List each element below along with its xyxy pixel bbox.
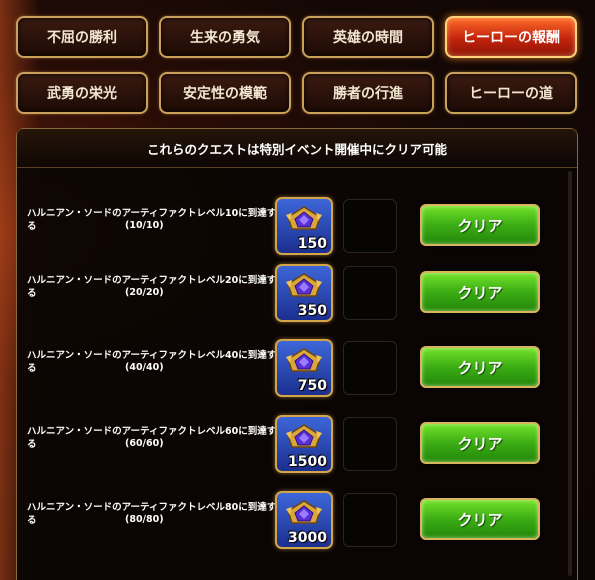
tab-label: ヒーローの道 [469, 86, 553, 102]
tab-label: 武勇の栄光 [47, 86, 117, 102]
claim-label: クリア [457, 510, 503, 529]
reward-slot[interactable]: 3000 [275, 491, 333, 549]
empty-reward-slot [343, 417, 397, 471]
tab-6[interactable]: 勝者の行進 [302, 72, 434, 114]
quest-panel: これらのクエストは特別イベント開催中にクリア可能 ハルニアン・ソードのアーティフ… [16, 128, 578, 580]
blue-crystal-gem-icon [286, 206, 322, 230]
empty-reward-slot [343, 199, 397, 253]
quest-progress: (40/40) [125, 362, 164, 373]
empty-reward-slot [343, 493, 397, 547]
quest-row: ハルニアン・ソードのアーティファクトレベル60に到達する (60/60) 150… [17, 415, 557, 479]
tab-3-active[interactable]: ヒーローの報酬 [445, 16, 577, 58]
quest-row: ハルニアン・ソードのアーティファクトレベル20に到達する (20/20) 350… [17, 264, 557, 328]
empty-reward-slot [343, 266, 397, 320]
quest-progress: (80/80) [125, 514, 164, 525]
claim-label: クリア [457, 358, 503, 377]
blue-crystal-gem-icon [286, 500, 322, 524]
tab-label: 不屈の勝利 [47, 30, 117, 46]
tab-5[interactable]: 安定性の模範 [159, 72, 291, 114]
tab-label: 安定性の模範 [183, 86, 267, 102]
tab-0[interactable]: 不屈の勝利 [16, 16, 148, 58]
reward-slot[interactable]: 1500 [275, 415, 333, 473]
panel-header: これらのクエストは特別イベント開催中にクリア可能 [17, 129, 577, 168]
quest-row: ハルニアン・ソードのアーティファクトレベル10に到達する (10/10) 150… [17, 197, 557, 261]
tab-7[interactable]: ヒーローの道 [445, 72, 577, 114]
quest-progress: (60/60) [125, 438, 164, 449]
quest-progress: (10/10) [125, 220, 164, 231]
claim-button[interactable]: クリア [420, 271, 540, 313]
tab-label: 勝者の行進 [333, 86, 403, 102]
reward-amount: 150 [297, 236, 327, 252]
blue-crystal-gem-icon [286, 424, 322, 448]
claim-label: クリア [457, 434, 503, 453]
reward-slot[interactable]: 350 [275, 264, 333, 322]
claim-button[interactable]: クリア [420, 204, 540, 246]
tab-label: ヒーローの報酬 [462, 30, 560, 46]
claim-label: クリア [457, 216, 503, 235]
reward-slot[interactable]: 150 [275, 197, 333, 255]
tab-label: 生来の勇気 [190, 30, 260, 46]
claim-button[interactable]: クリア [420, 498, 540, 540]
empty-reward-slot [343, 341, 397, 395]
quest-progress: (20/20) [125, 287, 164, 298]
reward-amount: 3000 [288, 530, 327, 546]
reward-amount: 1500 [288, 454, 327, 470]
reward-amount: 350 [297, 303, 327, 319]
tab-1[interactable]: 生来の勇気 [159, 16, 291, 58]
claim-button[interactable]: クリア [420, 346, 540, 388]
reward-slot[interactable]: 750 [275, 339, 333, 397]
reward-amount: 750 [297, 378, 327, 394]
tab-2[interactable]: 英雄の時間 [302, 16, 434, 58]
claim-label: クリア [457, 283, 503, 302]
scrollbar[interactable] [568, 171, 572, 576]
tab-4[interactable]: 武勇の栄光 [16, 72, 148, 114]
blue-crystal-gem-icon [286, 348, 322, 372]
tab-label: 英雄の時間 [333, 30, 403, 46]
claim-button[interactable]: クリア [420, 422, 540, 464]
blue-crystal-gem-icon [286, 273, 322, 297]
quest-row: ハルニアン・ソードのアーティファクトレベル40に到達する (40/40) 750… [17, 339, 557, 403]
quest-row: ハルニアン・ソードのアーティファクトレベル80に到達する (80/80) 300… [17, 491, 557, 555]
